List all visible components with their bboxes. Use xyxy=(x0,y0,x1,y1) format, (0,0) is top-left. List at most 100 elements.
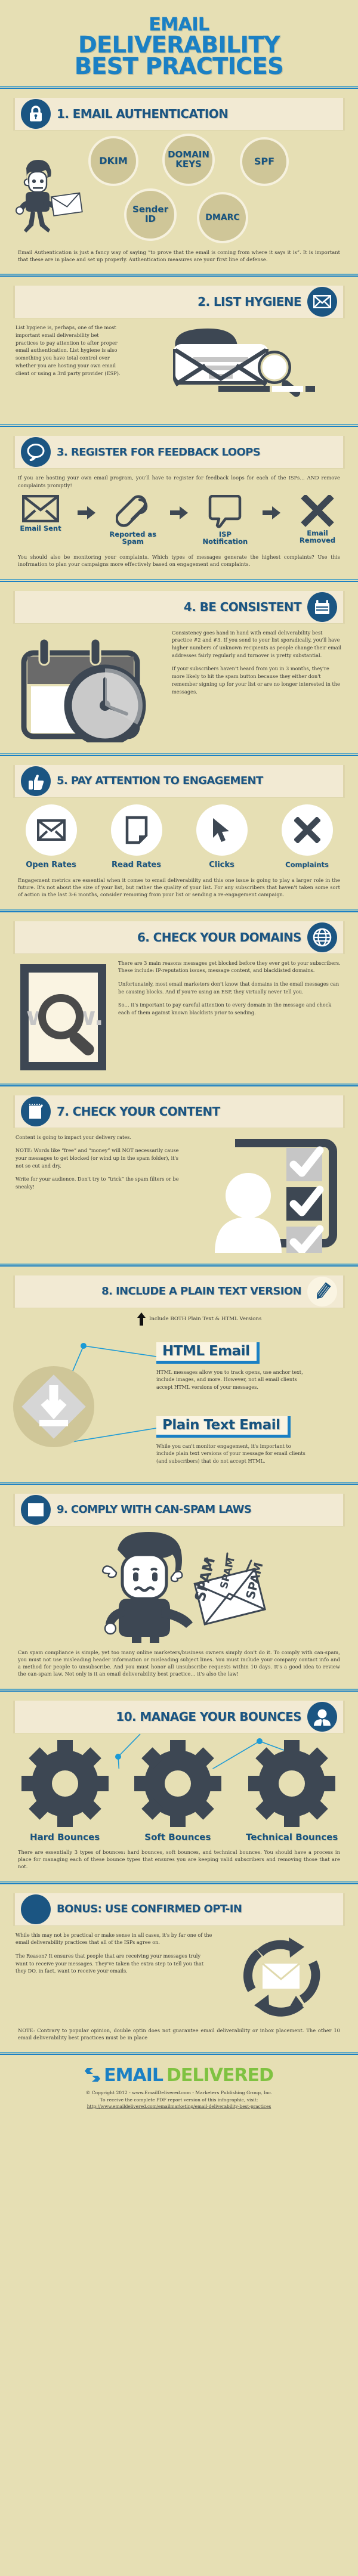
section-heading: 10. MANAGE YOUR BOUNCES xyxy=(116,1709,301,1724)
metric-label: Clicks xyxy=(209,860,234,869)
section-body-text: There are essentially 3 types of bounces… xyxy=(18,1849,340,1870)
callout-body: While you can't monitor engagement, it's… xyxy=(156,1442,305,1464)
lock-icon xyxy=(21,98,51,129)
section-body-text-3: Write for your audience. Don't try to “t… xyxy=(16,1176,179,1190)
document-icon xyxy=(110,804,162,856)
section-divider xyxy=(0,1263,358,1267)
arrow-right-icon xyxy=(262,495,280,531)
cursor-icon xyxy=(196,804,248,856)
arrow-right-icon xyxy=(169,495,188,531)
plain-text-diagram: HTML Email HTML messages allow you to tr… xyxy=(0,1328,358,1477)
document-blank-icon xyxy=(21,1494,51,1525)
bounce-label: Hard Bounces xyxy=(30,1831,100,1843)
section-header-band: 4. BE CONSISTENT xyxy=(13,590,345,623)
section-body-text: List hygiene is, perhaps, one of the mos… xyxy=(16,324,121,376)
list-hygiene-content: List hygiene is, perhaps, one of the mos… xyxy=(16,324,342,413)
plain-text-note-label: Include BOTH Plain Text & HTML Versions xyxy=(149,1315,262,1322)
metric-label: Read Rates xyxy=(112,860,161,869)
section-header-band: 3. REGISTER FOR FEEDBACK LOOPS xyxy=(13,436,345,469)
domain-search-illustration: www. xyxy=(16,959,111,1073)
section-body-text-2: Unfortunately, most email marketers don'… xyxy=(118,980,340,995)
flow-step: Reported as Spam xyxy=(106,495,161,545)
section-can-spam: 9. COMPLY WITH CAN-SPAM LAWS SPAM SPAM S… xyxy=(0,1493,358,1689)
section-body-text-2: NOTE: Words like “free” and “money” will… xyxy=(16,1147,179,1169)
section-body-text-3: So… it's important to pay careful attent… xyxy=(118,1002,332,1016)
section-bonus-confirmed-optin: BONUS: USE CONFIRMED OPT-IN While this m… xyxy=(0,1893,358,2052)
flow-step: Email Sent xyxy=(13,494,68,532)
section-engagement: 5. PAY ATTENTION TO ENGAGEMENT Open Rate… xyxy=(0,764,358,909)
metric-label: Open Rates xyxy=(26,860,76,869)
section-body-text: Email Authentication is just a fancy way… xyxy=(18,249,340,263)
metric-clicks: Clicks xyxy=(186,804,258,869)
section-header-band: 9. COMPLY WITH CAN-SPAM LAWS xyxy=(13,1493,345,1526)
section-body-text-1: Content is going to impact your delivery… xyxy=(16,1134,131,1140)
download-illustration xyxy=(12,1365,95,1448)
notification-bubble-icon xyxy=(209,494,242,528)
envelope-outline-icon xyxy=(22,494,59,522)
logo-text-delivered: DELIVERED xyxy=(166,2065,274,2086)
footer-url[interactable]: http://www.emaildelivered.com/emailmarke… xyxy=(12,2103,346,2110)
gear-icon xyxy=(248,1739,336,1827)
flow-step: ISP Notification xyxy=(197,494,252,545)
metric-open-rates: Open Rates xyxy=(16,804,87,869)
section-manage-bounces: 10. MANAGE YOUR BOUNCES Hard Bounces Sof… xyxy=(0,1700,358,1881)
section-divider xyxy=(0,909,358,913)
section-divider xyxy=(0,1083,358,1087)
section-email-authentication: 1. EMAIL AUTHENTICATION DKIM DOMAIN KEYS… xyxy=(0,97,358,274)
section-body-text-2: If your subscribers haven't heard from y… xyxy=(172,665,340,695)
section-body-text: Can spam compliance is simple, yet too m… xyxy=(18,1649,340,1677)
section-divider xyxy=(0,1481,358,1485)
footer-copyright-block: © Copyright 2012 - www.EmailDelivered.co… xyxy=(12,2089,346,2110)
brand-logo: EMAIL DELIVERED xyxy=(0,2065,358,2086)
bounce-technical: Technical Bounces xyxy=(246,1739,338,1843)
section-heading: 8. INCLUDE A PLAIN TEXT VERSION xyxy=(101,1285,301,1298)
title-line-2: DELIVERABILITY xyxy=(78,31,280,58)
section-divider xyxy=(0,2052,358,2056)
checklist-person-illustration xyxy=(190,1134,342,1253)
section-header-band: BONUS: USE CONFIRMED OPT-IN xyxy=(13,1893,345,1925)
feedback-loop-flow: Email Sent Reported as Spam ISP Notifica… xyxy=(13,494,345,545)
gear-icon xyxy=(21,1739,109,1827)
auth-bubble-domain-keys: DOMAIN KEYS xyxy=(162,133,215,186)
title-line-3: BEST PRACTICES xyxy=(74,53,284,80)
circle-icon xyxy=(21,1894,51,1924)
section-heading: BONUS: USE CONFIRMED OPT-IN xyxy=(57,1903,242,1916)
section-body-text: You should also be monitoring your compl… xyxy=(18,554,340,568)
calendar-clock-illustration xyxy=(16,629,165,742)
callout-title: Plain Text Email xyxy=(156,1416,291,1438)
section-header-band: 10. MANAGE YOUR BOUNCES xyxy=(13,1700,345,1733)
check-domains-content: www. There are 3 main reasons messages g… xyxy=(16,959,342,1073)
arrow-up-icon xyxy=(137,1312,146,1326)
plain-text-email-callout: Plain Text Email While you can't monitor… xyxy=(156,1416,342,1465)
section-list-hygiene: 2. LIST HYGIENE List hygiene is, perhaps… xyxy=(0,286,358,424)
bounce-soft: Soft Bounces xyxy=(133,1739,223,1843)
bounce-label: Technical Bounces xyxy=(246,1831,338,1843)
callout-title: HTML Email xyxy=(156,1342,260,1364)
section-heading: 4. BE CONSISTENT xyxy=(183,599,302,614)
bounce-gears-row: Hard Bounces Soft Bounces Technical Boun… xyxy=(8,1739,350,1843)
globe-icon xyxy=(307,922,337,952)
bonus-content: While this may not be practical or make … xyxy=(16,1931,342,2021)
checklist-icon xyxy=(21,1096,51,1126)
section-heading: 5. PAY ATTENTION TO ENGAGEMENT xyxy=(57,775,263,788)
section-body-text: Engagement metrics are essential when it… xyxy=(18,877,340,898)
x-mark-icon xyxy=(301,494,334,527)
section-body-text-3: NOTE: Contrary to popular opinion, doubl… xyxy=(18,2027,340,2041)
section-divider xyxy=(0,753,358,757)
copyright-line: © Copyright 2012 - www.EmailDelivered.co… xyxy=(85,2090,273,2096)
section-divider xyxy=(0,274,358,278)
section-body-text-1: Consistency goes hand in hand with email… xyxy=(172,629,342,658)
paperclip-icon xyxy=(115,495,147,527)
section-divider xyxy=(0,424,358,428)
section-header-band: 2. LIST HYGIENE xyxy=(13,286,345,318)
authentication-bubbles: DKIM DOMAIN KEYS SPF Sender ID DMARC xyxy=(0,132,358,243)
auth-bubble-dmarc: DMARC xyxy=(197,191,248,243)
section-header-band: 7. CHECK YOUR CONTENT xyxy=(13,1095,345,1128)
section-heading: 1. EMAIL AUTHENTICATION xyxy=(57,106,229,121)
bounce-hard: Hard Bounces xyxy=(20,1739,110,1843)
section-header-band: 8. INCLUDE A PLAIN TEXT VERSION xyxy=(13,1275,345,1308)
section-heading: 9. COMPLY WITH CAN-SPAM LAWS xyxy=(57,1503,252,1516)
section-header-band: 6. CHECK YOUR DOMAINS xyxy=(13,921,345,953)
envelope-outline-icon xyxy=(25,804,77,856)
section-header-band: 1. EMAIL AUTHENTICATION xyxy=(13,97,345,130)
